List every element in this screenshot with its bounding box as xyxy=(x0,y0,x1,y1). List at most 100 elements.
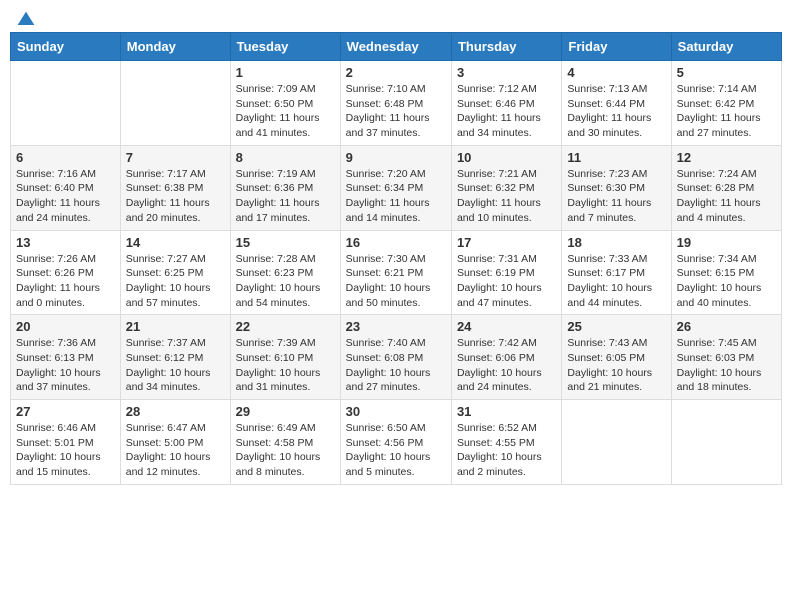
day-number: 4 xyxy=(567,65,665,80)
calendar-day-cell: 31 Sunrise: 6:52 AMSunset: 4:55 PMDayligh… xyxy=(451,400,561,485)
calendar-day-cell: 21 Sunrise: 7:37 AMSunset: 6:12 PMDayligh… xyxy=(120,315,230,400)
calendar-day-header: Wednesday xyxy=(340,33,451,61)
day-info: Sunrise: 7:30 AMSunset: 6:21 PMDaylight:… xyxy=(346,252,446,311)
day-number: 21 xyxy=(126,319,225,334)
calendar-day-cell xyxy=(562,400,671,485)
day-info: Sunrise: 7:20 AMSunset: 6:34 PMDaylight:… xyxy=(346,167,446,226)
day-info: Sunrise: 7:12 AMSunset: 6:46 PMDaylight:… xyxy=(457,82,556,141)
calendar-day-cell xyxy=(120,61,230,146)
day-number: 17 xyxy=(457,235,556,250)
day-number: 30 xyxy=(346,404,446,419)
calendar-week-row: 1 Sunrise: 7:09 AMSunset: 6:50 PMDaylight… xyxy=(11,61,782,146)
day-info: Sunrise: 7:42 AMSunset: 6:06 PMDaylight:… xyxy=(457,336,556,395)
day-number: 8 xyxy=(236,150,335,165)
day-info: Sunrise: 6:50 AMSunset: 4:56 PMDaylight:… xyxy=(346,421,446,480)
day-number: 31 xyxy=(457,404,556,419)
calendar-day-cell: 19 Sunrise: 7:34 AMSunset: 6:15 PMDayligh… xyxy=(671,230,781,315)
calendar-day-cell: 22 Sunrise: 7:39 AMSunset: 6:10 PMDayligh… xyxy=(230,315,340,400)
calendar-day-cell xyxy=(671,400,781,485)
day-info: Sunrise: 6:52 AMSunset: 4:55 PMDaylight:… xyxy=(457,421,556,480)
day-info: Sunrise: 7:14 AMSunset: 6:42 PMDaylight:… xyxy=(677,82,776,141)
day-number: 15 xyxy=(236,235,335,250)
day-number: 16 xyxy=(346,235,446,250)
day-info: Sunrise: 7:40 AMSunset: 6:08 PMDaylight:… xyxy=(346,336,446,395)
calendar-week-row: 20 Sunrise: 7:36 AMSunset: 6:13 PMDayligh… xyxy=(11,315,782,400)
day-number: 1 xyxy=(236,65,335,80)
calendar-day-cell: 14 Sunrise: 7:27 AMSunset: 6:25 PMDayligh… xyxy=(120,230,230,315)
calendar-day-cell: 3 Sunrise: 7:12 AMSunset: 6:46 PMDaylight… xyxy=(451,61,561,146)
day-number: 6 xyxy=(16,150,115,165)
page-header xyxy=(10,10,782,24)
calendar-day-cell: 27 Sunrise: 6:46 AMSunset: 5:01 PMDayligh… xyxy=(11,400,121,485)
calendar-day-header: Sunday xyxy=(11,33,121,61)
calendar-header-row: SundayMondayTuesdayWednesdayThursdayFrid… xyxy=(11,33,782,61)
calendar-day-cell: 2 Sunrise: 7:10 AMSunset: 6:48 PMDaylight… xyxy=(340,61,451,146)
calendar-day-cell: 1 Sunrise: 7:09 AMSunset: 6:50 PMDaylight… xyxy=(230,61,340,146)
day-info: Sunrise: 6:47 AMSunset: 5:00 PMDaylight:… xyxy=(126,421,225,480)
day-info: Sunrise: 7:36 AMSunset: 6:13 PMDaylight:… xyxy=(16,336,115,395)
calendar-day-cell: 23 Sunrise: 7:40 AMSunset: 6:08 PMDayligh… xyxy=(340,315,451,400)
calendar-day-cell: 15 Sunrise: 7:28 AMSunset: 6:23 PMDayligh… xyxy=(230,230,340,315)
day-info: Sunrise: 7:28 AMSunset: 6:23 PMDaylight:… xyxy=(236,252,335,311)
day-info: Sunrise: 7:31 AMSunset: 6:19 PMDaylight:… xyxy=(457,252,556,311)
calendar-day-cell: 13 Sunrise: 7:26 AMSunset: 6:26 PMDayligh… xyxy=(11,230,121,315)
day-number: 2 xyxy=(346,65,446,80)
logo xyxy=(14,10,36,24)
day-number: 3 xyxy=(457,65,556,80)
day-number: 24 xyxy=(457,319,556,334)
day-info: Sunrise: 6:46 AMSunset: 5:01 PMDaylight:… xyxy=(16,421,115,480)
day-info: Sunrise: 6:49 AMSunset: 4:58 PMDaylight:… xyxy=(236,421,335,480)
day-info: Sunrise: 7:19 AMSunset: 6:36 PMDaylight:… xyxy=(236,167,335,226)
calendar-day-header: Monday xyxy=(120,33,230,61)
calendar-day-cell: 25Sunrise: 7:43 AMSunset: 6:05 PMDayligh… xyxy=(562,315,671,400)
calendar-day-cell: 16 Sunrise: 7:30 AMSunset: 6:21 PMDayligh… xyxy=(340,230,451,315)
day-number: 14 xyxy=(126,235,225,250)
day-number: 7 xyxy=(126,150,225,165)
day-info: Sunrise: 7:13 AMSunset: 6:44 PMDaylight:… xyxy=(567,82,665,141)
day-number: 11 xyxy=(567,150,665,165)
calendar-day-cell: 4 Sunrise: 7:13 AMSunset: 6:44 PMDaylight… xyxy=(562,61,671,146)
calendar-day-cell: 26Sunrise: 7:45 AMSunset: 6:03 PMDayligh… xyxy=(671,315,781,400)
day-number: 22 xyxy=(236,319,335,334)
day-info: Sunrise: 7:43 AMSunset: 6:05 PMDaylight:… xyxy=(567,336,665,395)
day-number: 27 xyxy=(16,404,115,419)
logo-icon xyxy=(16,10,36,30)
calendar-day-cell xyxy=(11,61,121,146)
day-info: Sunrise: 7:17 AMSunset: 6:38 PMDaylight:… xyxy=(126,167,225,226)
calendar-day-header: Thursday xyxy=(451,33,561,61)
day-number: 20 xyxy=(16,319,115,334)
day-info: Sunrise: 7:24 AMSunset: 6:28 PMDaylight:… xyxy=(677,167,776,226)
day-info: Sunrise: 7:26 AMSunset: 6:26 PMDaylight:… xyxy=(16,252,115,311)
day-info: Sunrise: 7:16 AMSunset: 6:40 PMDaylight:… xyxy=(16,167,115,226)
calendar-day-cell: 9 Sunrise: 7:20 AMSunset: 6:34 PMDaylight… xyxy=(340,145,451,230)
calendar-day-cell: 17 Sunrise: 7:31 AMSunset: 6:19 PMDayligh… xyxy=(451,230,561,315)
calendar-day-cell: 10Sunrise: 7:21 AMSunset: 6:32 PMDayligh… xyxy=(451,145,561,230)
calendar-week-row: 27 Sunrise: 6:46 AMSunset: 5:01 PMDayligh… xyxy=(11,400,782,485)
calendar-day-cell: 7 Sunrise: 7:17 AMSunset: 6:38 PMDaylight… xyxy=(120,145,230,230)
calendar-day-cell: 5 Sunrise: 7:14 AMSunset: 6:42 PMDaylight… xyxy=(671,61,781,146)
day-info: Sunrise: 7:23 AMSunset: 6:30 PMDaylight:… xyxy=(567,167,665,226)
day-info: Sunrise: 7:10 AMSunset: 6:48 PMDaylight:… xyxy=(346,82,446,141)
day-number: 28 xyxy=(126,404,225,419)
day-info: Sunrise: 7:37 AMSunset: 6:12 PMDaylight:… xyxy=(126,336,225,395)
day-info: Sunrise: 7:39 AMSunset: 6:10 PMDaylight:… xyxy=(236,336,335,395)
calendar-day-header: Friday xyxy=(562,33,671,61)
calendar-week-row: 13 Sunrise: 7:26 AMSunset: 6:26 PMDayligh… xyxy=(11,230,782,315)
day-number: 9 xyxy=(346,150,446,165)
day-number: 29 xyxy=(236,404,335,419)
day-info: Sunrise: 7:27 AMSunset: 6:25 PMDaylight:… xyxy=(126,252,225,311)
day-number: 5 xyxy=(677,65,776,80)
calendar-day-cell: 29 Sunrise: 6:49 AMSunset: 4:58 PMDayligh… xyxy=(230,400,340,485)
day-number: 19 xyxy=(677,235,776,250)
day-info: Sunrise: 7:34 AMSunset: 6:15 PMDaylight:… xyxy=(677,252,776,311)
day-number: 13 xyxy=(16,235,115,250)
calendar-day-header: Tuesday xyxy=(230,33,340,61)
day-info: Sunrise: 7:09 AMSunset: 6:50 PMDaylight:… xyxy=(236,82,335,141)
calendar-day-cell: 12 Sunrise: 7:24 AMSunset: 6:28 PMDayligh… xyxy=(671,145,781,230)
calendar-day-cell: 11 Sunrise: 7:23 AMSunset: 6:30 PMDayligh… xyxy=(562,145,671,230)
day-number: 23 xyxy=(346,319,446,334)
calendar-day-header: Saturday xyxy=(671,33,781,61)
calendar-day-cell: 6 Sunrise: 7:16 AMSunset: 6:40 PMDaylight… xyxy=(11,145,121,230)
day-number: 12 xyxy=(677,150,776,165)
calendar-table: SundayMondayTuesdayWednesdayThursdayFrid… xyxy=(10,32,782,485)
